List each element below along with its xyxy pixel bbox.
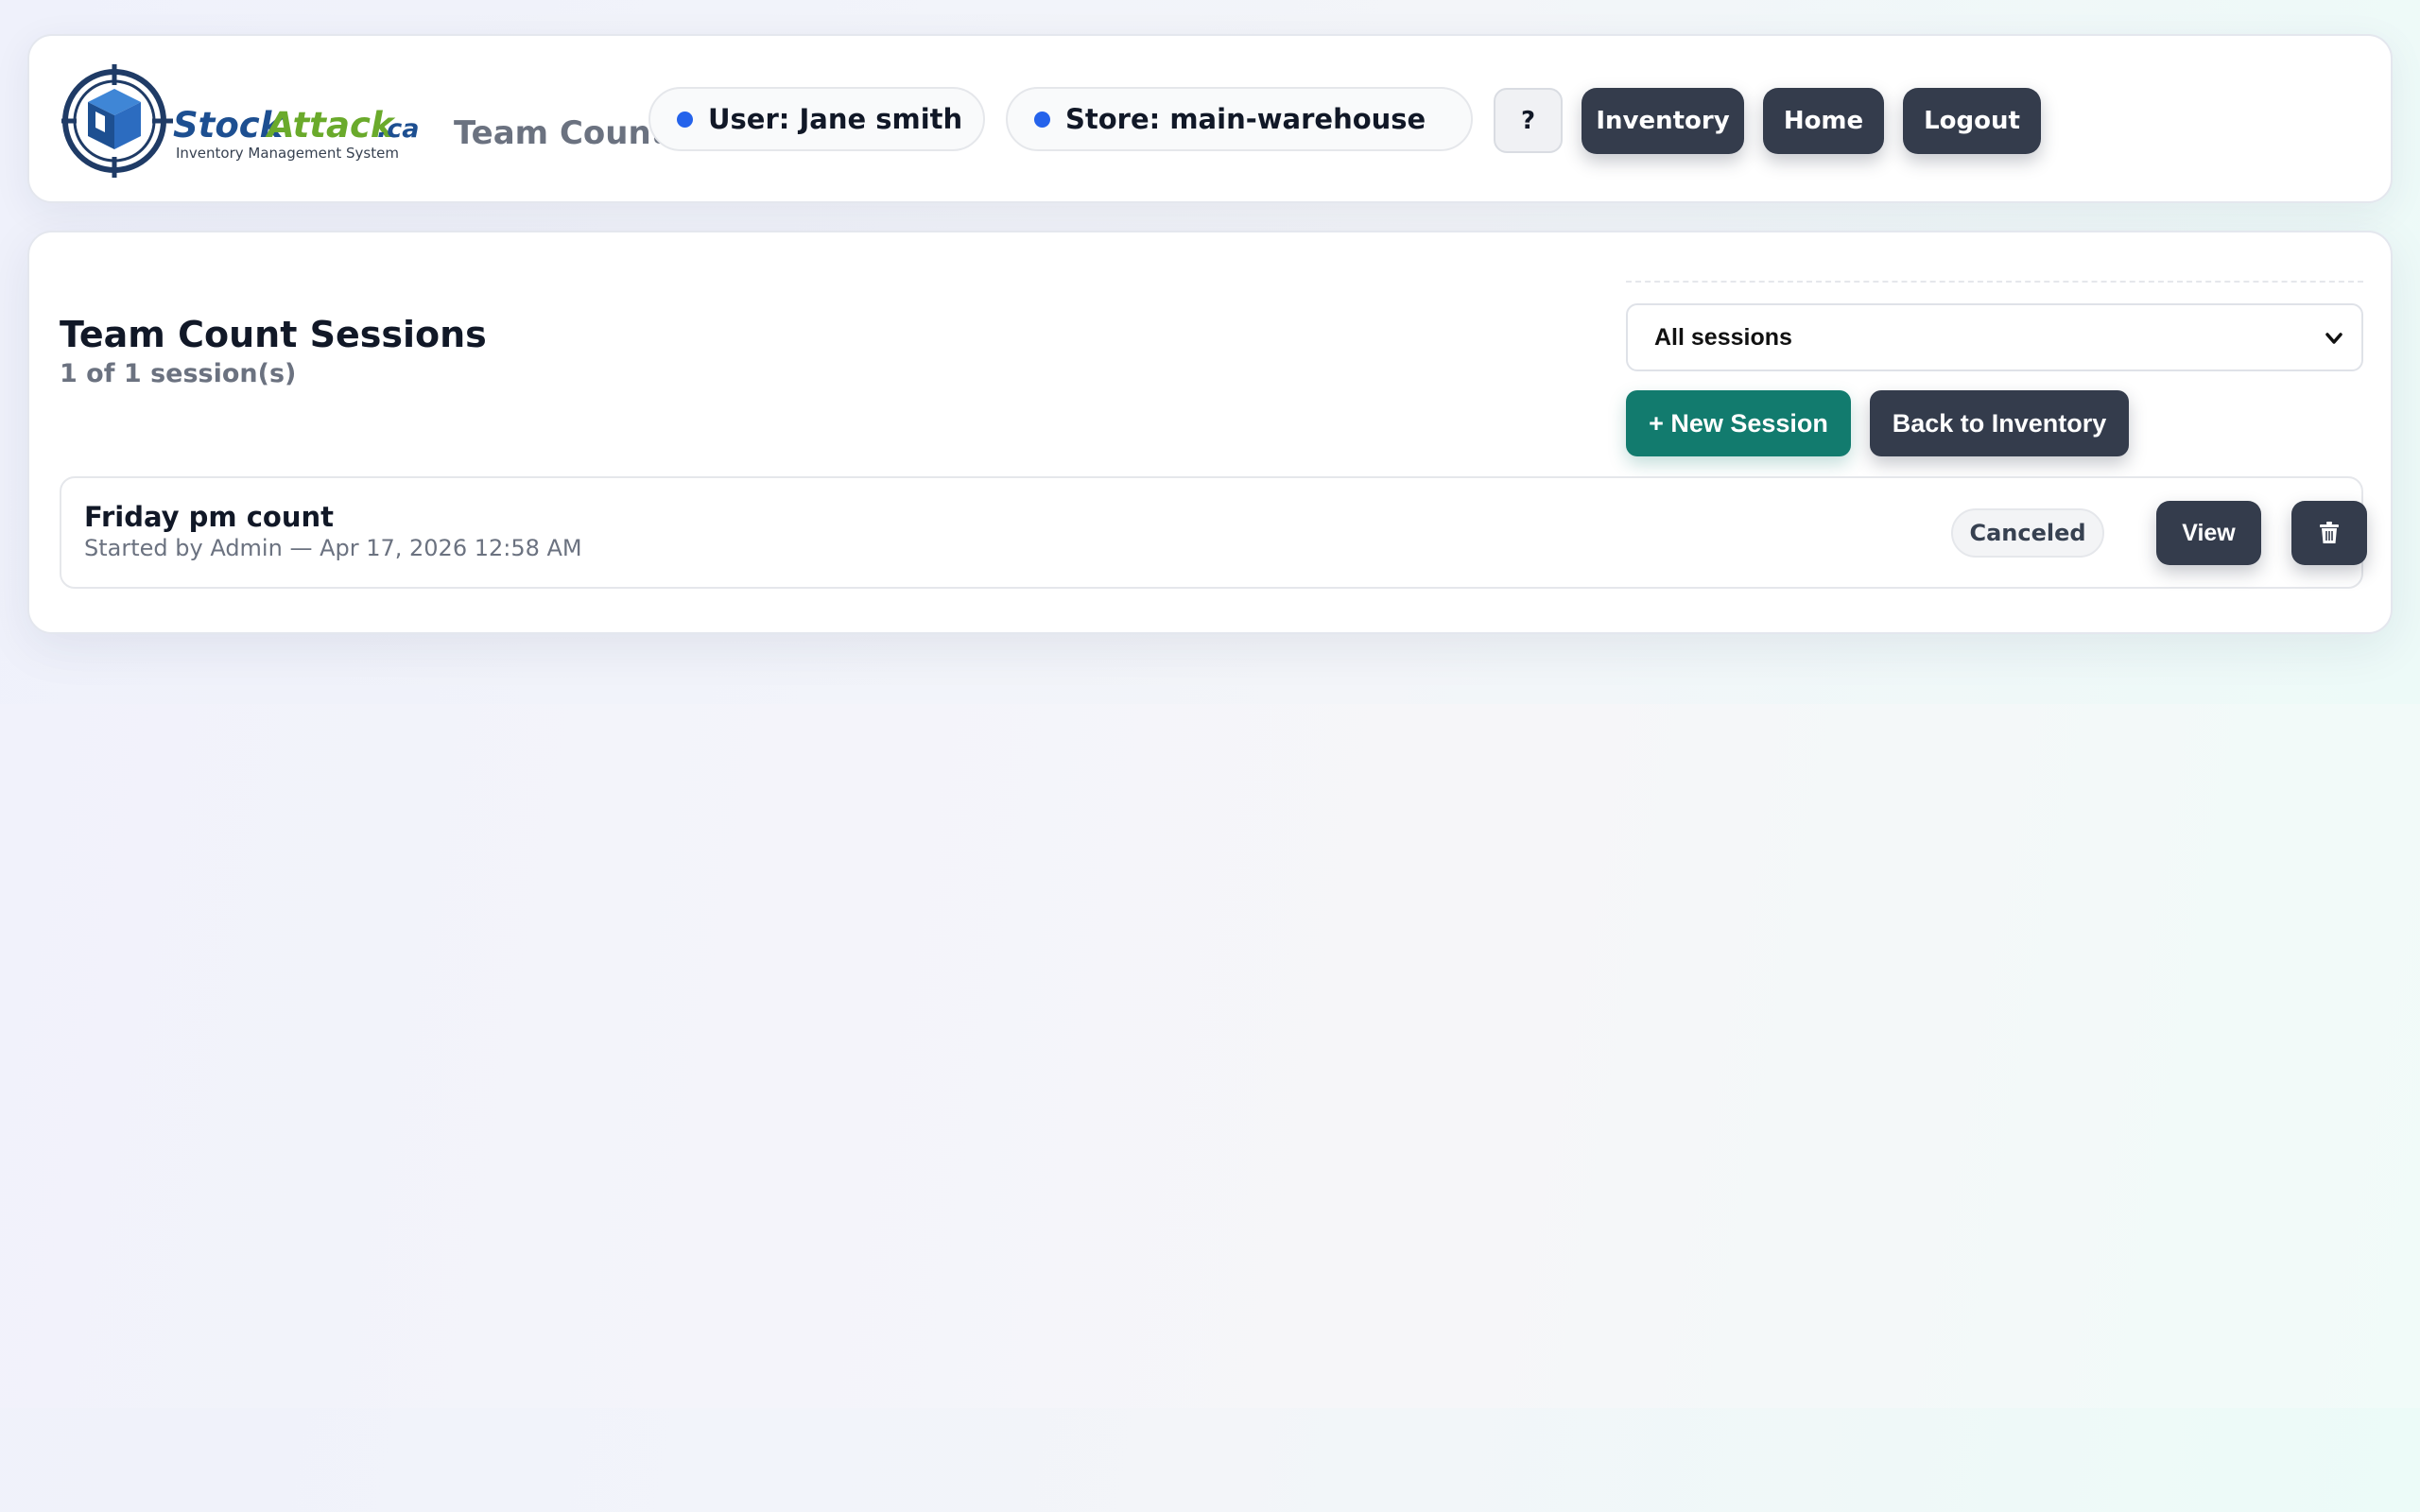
svg-text:Inventory Management System: Inventory Management System bbox=[176, 145, 399, 162]
session-filter-select[interactable]: All sessions bbox=[1626, 303, 2363, 371]
page-label: Team Count bbox=[454, 114, 666, 152]
user-pill: User: Jane smith bbox=[648, 87, 985, 151]
sessions-panel: Team Count Sessions 1 of 1 session(s) Al… bbox=[27, 231, 2393, 634]
status-dot-icon bbox=[677, 111, 693, 128]
session-filter-value: All sessions bbox=[1654, 323, 1792, 351]
back-to-inventory-button[interactable]: Back to Inventory bbox=[1870, 390, 2129, 456]
help-button[interactable]: ? bbox=[1494, 88, 1563, 153]
trash-icon bbox=[2320, 522, 2339, 543]
page-title: Team Count Sessions bbox=[60, 314, 487, 355]
background-band bbox=[0, 704, 2420, 1408]
session-name: Friday pm count bbox=[84, 501, 334, 533]
session-meta: Started by Admin — Apr 17, 2026 12:58 AM bbox=[84, 535, 582, 561]
user-pill-label: User: Jane smith bbox=[708, 103, 963, 135]
session-row[interactable]: Friday pm count Started by Admin — Apr 1… bbox=[60, 476, 2367, 589]
inventory-nav-button[interactable]: Inventory bbox=[1582, 88, 1744, 154]
session-count: 1 of 1 session(s) bbox=[60, 359, 297, 388]
store-pill: Store: main-warehouse bbox=[1006, 87, 1473, 151]
logo-graphic: Stock Attack .ca Inventory Management Sy… bbox=[61, 64, 419, 178]
chevron-down-icon bbox=[2325, 333, 2342, 344]
home-nav-button[interactable]: Home bbox=[1763, 88, 1884, 154]
delete-session-button[interactable] bbox=[2291, 501, 2367, 565]
view-session-button[interactable]: View bbox=[2156, 501, 2261, 565]
store-pill-label: Store: main-warehouse bbox=[1065, 103, 1426, 135]
logout-button[interactable]: Logout bbox=[1903, 88, 2041, 154]
status-dot-icon bbox=[1034, 111, 1050, 128]
svg-text:.ca: .ca bbox=[377, 114, 419, 144]
divider bbox=[1626, 281, 2363, 283]
status-badge: Canceled bbox=[1951, 508, 2104, 558]
new-session-button[interactable]: + New Session bbox=[1626, 390, 1851, 456]
app-header: Stock Attack .ca Inventory Management Sy… bbox=[27, 34, 2393, 203]
stockattack-logo[interactable]: Stock Attack .ca Inventory Management Sy… bbox=[61, 64, 432, 178]
